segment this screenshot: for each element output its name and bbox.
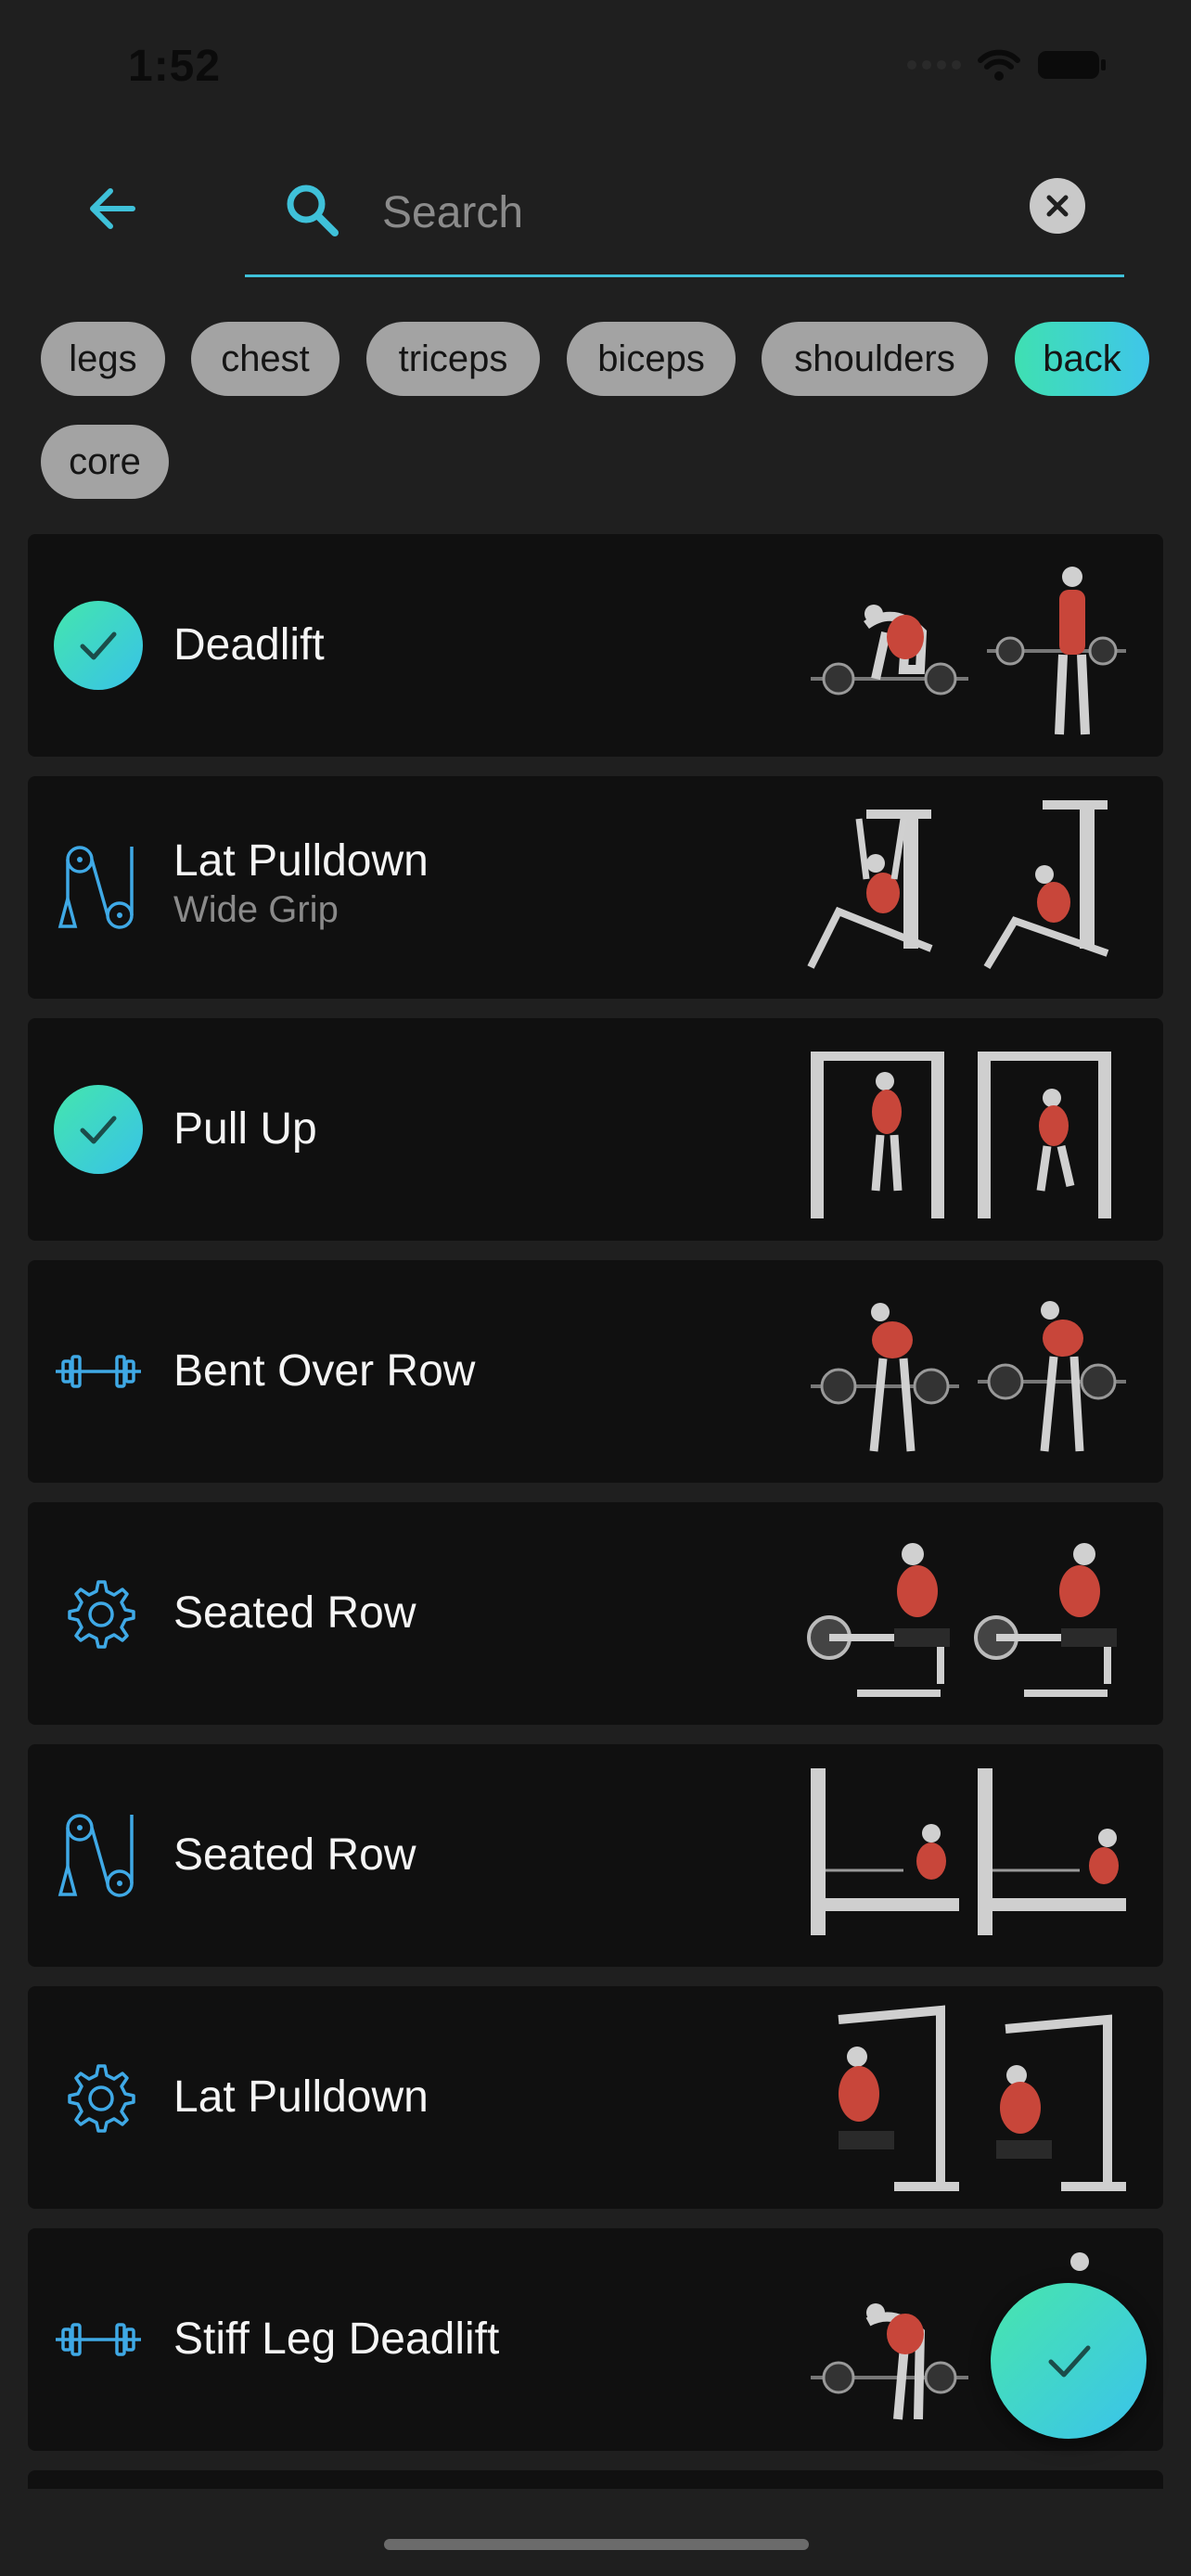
chip-label: legs <box>69 338 137 379</box>
exercise-title: Bent Over Row <box>173 1346 476 1396</box>
exercise-lead <box>54 1569 143 1658</box>
exercise-lead <box>54 843 143 932</box>
filter-chip-biceps[interactable]: biceps <box>567 322 736 396</box>
exercise-lead <box>54 601 143 690</box>
exercise-title: Lat Pulldown <box>173 836 429 886</box>
back-button[interactable] <box>80 176 145 241</box>
exercise-thumbnail <box>811 1052 1111 1218</box>
filter-chip-triceps[interactable]: triceps <box>366 322 540 396</box>
exercise-card[interactable]: Bent Over Row <box>28 1260 1163 1483</box>
exercise-title: Deadlift <box>173 620 325 670</box>
clear-search-button[interactable] <box>1030 178 1085 234</box>
exercise-lead <box>54 1327 143 1416</box>
gear-icon <box>68 1580 135 1649</box>
chip-label: triceps <box>398 338 508 379</box>
exercise-lead <box>54 1085 143 1174</box>
exercise-lead <box>54 2053 143 2142</box>
exercise-thumbnail <box>807 800 1109 970</box>
wifi-icon <box>978 49 1020 81</box>
exercise-card[interactable]: Pull Up <box>28 1018 1163 1241</box>
exercise-thumbnail <box>811 1768 1126 1935</box>
exercise-card[interactable]: Deadlift <box>28 534 1163 757</box>
signal-icon <box>907 60 961 70</box>
chip-label: back <box>1043 338 1121 379</box>
exercise-title: Stiff Leg Deadlift <box>173 2315 500 2364</box>
chip-label: biceps <box>597 338 705 379</box>
chip-label: shoulders <box>794 338 955 379</box>
barbell-icon <box>56 1355 141 1388</box>
barbell-icon <box>56 2323 141 2356</box>
search-icon <box>287 185 339 236</box>
filter-chip-shoulders[interactable]: shoulders <box>762 322 988 396</box>
exercise-thumbnail <box>807 1543 1117 1697</box>
exercise-subtitle: Wide Grip <box>173 889 339 930</box>
exercise-card[interactable]: Lat Pulldown Wide Grip <box>28 776 1163 999</box>
cable-icon <box>58 846 134 929</box>
check-icon <box>54 1085 143 1174</box>
filter-chip-chest[interactable]: chest <box>191 322 339 396</box>
chip-label: chest <box>221 338 310 379</box>
battery-icon <box>1038 51 1106 79</box>
cable-icon <box>58 1814 134 1897</box>
next-card-edge <box>28 2470 1163 2489</box>
exercise-title: Seated Row <box>173 1588 416 1638</box>
exercise-card[interactable]: Seated Row <box>28 1502 1163 1725</box>
chip-label: core <box>69 440 141 482</box>
check-icon <box>1048 2345 1091 2378</box>
exercise-card[interactable]: Lat Pulldown <box>28 1986 1163 2209</box>
search-bar[interactable] <box>245 158 1124 277</box>
status-time: 1:52 <box>128 42 222 91</box>
exercise-title: Lat Pulldown <box>173 2072 429 2122</box>
search-input[interactable] <box>380 174 978 250</box>
exercise-thumbnail <box>811 567 1126 735</box>
filter-chip-back[interactable]: back <box>1015 322 1149 396</box>
confirm-fab-button[interactable] <box>991 2283 1146 2439</box>
exercise-title: Pull Up <box>173 1104 317 1154</box>
exercise-thumbnail <box>811 1301 1126 1452</box>
status-indicators <box>907 48 1108 82</box>
filter-chip-legs[interactable]: legs <box>41 322 165 396</box>
exercise-card[interactable]: Seated Row <box>28 1744 1163 1967</box>
arrow-left-icon <box>90 188 135 229</box>
close-icon <box>1046 195 1069 217</box>
filter-chip-core[interactable]: core <box>41 425 169 499</box>
exercise-lead <box>54 2295 143 2384</box>
gear-icon <box>68 2064 135 2133</box>
exercise-thumbnail <box>838 2005 1126 2191</box>
home-indicator <box>384 2539 809 2550</box>
exercise-lead <box>54 1811 143 1900</box>
exercise-title: Seated Row <box>173 1830 416 1880</box>
check-icon <box>54 601 143 690</box>
